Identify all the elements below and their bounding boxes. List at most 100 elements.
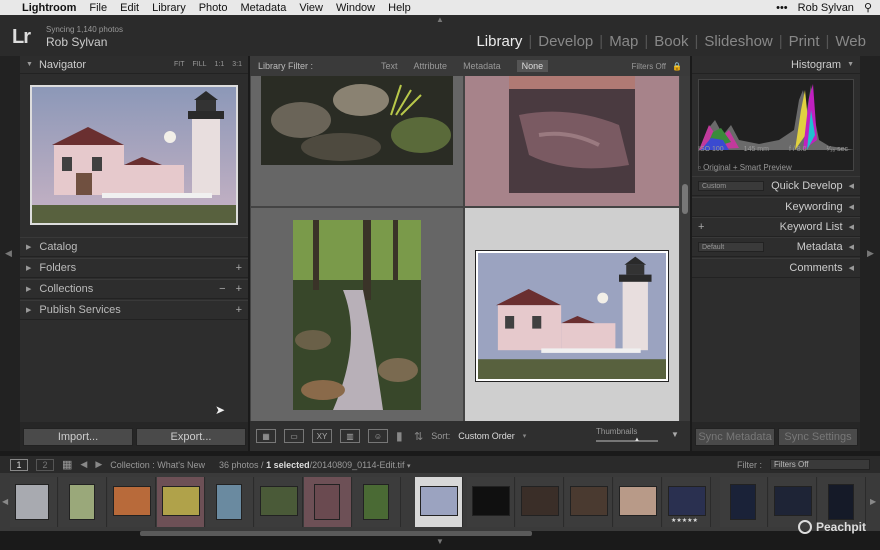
catalog-section[interactable]: ▶ Catalog [20, 237, 248, 257]
zoom-1-1[interactable]: 1:1 [215, 61, 225, 68]
metadata-header[interactable]: Default Metadata ◀ [692, 237, 860, 257]
compare-view-icon[interactable]: XY [312, 429, 332, 443]
add-collection-icon[interactable]: + [236, 283, 242, 295]
module-develop[interactable]: Develop [532, 33, 599, 50]
filmstrip-right-icon[interactable]: ▶ [870, 497, 876, 506]
export-button[interactable]: Export... [136, 428, 246, 446]
thumbnail-size-slider[interactable]: ▲ [596, 437, 658, 443]
source-dropdown-icon[interactable]: ▾ [407, 463, 411, 470]
menu-app-name[interactable]: Lightroom [22, 2, 76, 14]
filmstrip-thumb[interactable] [157, 477, 205, 527]
window-2-button[interactable]: 2 [36, 458, 54, 471]
filmstrip-thumb[interactable] [516, 477, 564, 527]
left-panel-edge[interactable]: ◀ [0, 56, 20, 451]
folders-section[interactable]: ▶ Folders + [20, 258, 248, 278]
filter-metadata[interactable]: Metadata [463, 61, 501, 71]
people-view-icon[interactable]: ☺ [368, 429, 388, 443]
module-slideshow[interactable]: Slideshow [698, 33, 778, 50]
filmstrip-thumb[interactable] [614, 477, 662, 527]
quick-develop-header[interactable]: Custom Quick Develop ◀ [692, 176, 860, 196]
filmstrip-scrollbar[interactable]: ▼ [0, 531, 880, 550]
filmstrip-left-icon[interactable]: ◀ [2, 497, 8, 506]
filmstrip-thumb[interactable]: ★★★★★ [663, 477, 711, 527]
forward-arrow-icon[interactable]: ▶ [95, 459, 102, 470]
module-book[interactable]: Book [648, 33, 694, 50]
add-publish-service-icon[interactable]: + [236, 304, 242, 316]
add-keyword-icon[interactable]: + [698, 221, 704, 233]
expand-right-icon[interactable]: ▶ [867, 248, 874, 259]
module-print[interactable]: Print [783, 33, 826, 50]
filmstrip-thumb[interactable] [10, 477, 58, 527]
zoom-3-1[interactable]: 3:1 [232, 61, 242, 68]
menu-file[interactable]: File [89, 2, 107, 14]
scroll-thumb[interactable] [682, 184, 688, 214]
menubar-user[interactable]: Rob Sylvan [798, 2, 854, 14]
filter-status[interactable]: Filters Off [632, 62, 667, 71]
filmstrip-thumb[interactable] [467, 477, 515, 527]
grid-scrollbar[interactable] [680, 76, 690, 421]
sort-direction-icon[interactable]: ⇅ [414, 430, 423, 443]
sync-settings-button[interactable]: Sync Settings [778, 428, 858, 446]
histogram-header[interactable]: Histogram ▼ [692, 56, 860, 74]
filmstrip-thumb-selected[interactable] [415, 477, 463, 527]
identity-plate[interactable]: Syncing 1,140 photos Rob Sylvan [46, 25, 123, 49]
navigator-preview[interactable] [30, 85, 238, 225]
collapse-top-icon[interactable]: ▲ [436, 15, 444, 24]
metadata-preset-dropdown[interactable]: Default [698, 242, 764, 252]
spotlight-search-icon[interactable]: ⚲ [864, 1, 872, 14]
filmstrip-thumb[interactable] [108, 477, 156, 527]
toolbar-menu-icon[interactable]: ▼ [671, 430, 679, 439]
remove-collection-icon[interactable]: − [219, 283, 225, 295]
menu-view[interactable]: View [299, 2, 323, 14]
menu-library[interactable]: Library [152, 2, 186, 14]
filter-none[interactable]: None [516, 60, 549, 72]
import-button[interactable]: Import... [23, 428, 133, 446]
menu-window[interactable]: Window [336, 2, 375, 14]
survey-view-icon[interactable]: ▥ [340, 429, 360, 443]
slider-knob[interactable]: ▲ [634, 437, 640, 443]
menu-metadata[interactable]: Metadata [240, 2, 286, 14]
module-web[interactable]: Web [829, 33, 872, 50]
collections-section[interactable]: ▶ Collections − + [20, 279, 248, 299]
keyword-list-header[interactable]: + Keyword List ◀ [692, 217, 860, 237]
menu-photo[interactable]: Photo [199, 2, 228, 14]
filmstrip-thumb[interactable] [59, 477, 107, 527]
back-arrow-icon[interactable]: ◀ [80, 459, 87, 470]
grid-cell-selected[interactable] [464, 207, 680, 421]
filmstrip-thumb[interactable] [304, 477, 352, 527]
lock-icon[interactable]: 🔒 [672, 62, 682, 71]
zoom-fit[interactable]: FIT [174, 61, 185, 68]
grid-cell[interactable] [250, 207, 464, 421]
collapse-bottom-icon[interactable]: ▼ [436, 537, 444, 546]
loupe-view-icon[interactable]: ▭ [284, 429, 304, 443]
module-library[interactable]: Library [470, 33, 528, 50]
grid-icon[interactable]: ▦ [62, 458, 72, 471]
filter-attribute[interactable]: Attribute [414, 61, 448, 71]
publish-services-section[interactable]: ▶ Publish Services + [20, 300, 248, 320]
filmstrip-thumb[interactable] [353, 477, 401, 527]
filmstrip-scroll-thumb[interactable] [140, 531, 532, 536]
add-folder-icon[interactable]: + [236, 262, 242, 274]
right-panel-edge[interactable]: ▶ [860, 56, 880, 451]
sort-order-dropdown[interactable]: Custom Order [458, 431, 515, 441]
painter-icon[interactable]: ▮ [396, 429, 406, 443]
smart-preview-status[interactable]: ▫ Original + Smart Preview [698, 163, 792, 172]
zoom-fill[interactable]: FILL [193, 61, 207, 68]
sort-dropdown-icon[interactable]: ▾ [523, 432, 527, 440]
navigator-header[interactable]: ▼ Navigator FIT FILL 1:1 3:1 [20, 56, 248, 74]
source-label[interactable]: Collection : What's New [110, 460, 205, 470]
filmstrip-thumb[interactable] [206, 477, 254, 527]
keywording-header[interactable]: Keywording ◀ [692, 197, 860, 217]
grid-cell[interactable] [464, 76, 680, 207]
grid-view-icon[interactable]: ▦ [256, 429, 276, 443]
histogram[interactable] [698, 79, 854, 171]
filter-text[interactable]: Text [381, 61, 398, 71]
expand-left-icon[interactable]: ◀ [5, 248, 12, 259]
filmstrip-thumb[interactable] [255, 477, 303, 527]
sync-metadata-button[interactable]: Sync Metadata [695, 428, 775, 446]
menu-help[interactable]: Help [388, 2, 411, 14]
grid-cell[interactable] [250, 76, 464, 207]
comments-header[interactable]: Comments ◀ [692, 258, 860, 278]
menu-edit[interactable]: Edit [120, 2, 139, 14]
filmstrip-thumb[interactable] [565, 477, 613, 527]
